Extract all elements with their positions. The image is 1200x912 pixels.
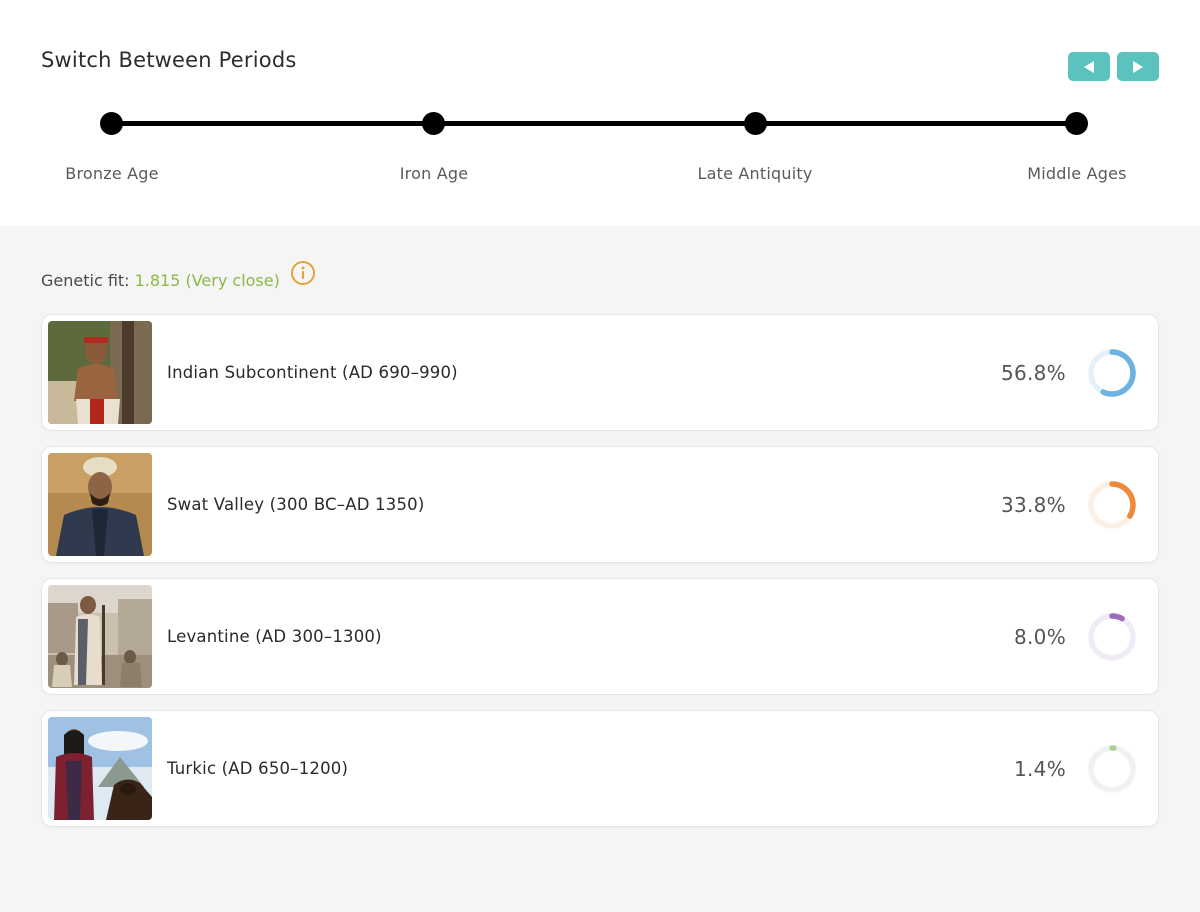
result-thumbnail — [48, 585, 152, 688]
result-card-indian-subcontinent[interactable]: Indian Subcontinent (AD 690–990) 56.8% — [41, 314, 1159, 431]
ring-track — [1088, 613, 1136, 661]
result-progress-ring — [1088, 613, 1136, 661]
result-progress-ring — [1088, 349, 1136, 397]
triangle-left-icon — [1084, 60, 1094, 73]
timeline-label-bronze-age[interactable]: Bronze Age — [12, 164, 212, 183]
timeline-dot-bronze-age[interactable] — [100, 112, 123, 135]
ring-track — [1088, 745, 1136, 793]
result-card-levantine[interactable]: Levantine (AD 300–1300) 8.0% — [41, 578, 1159, 695]
result-percent: 56.8% — [1000, 360, 1066, 385]
result-label: Turkic (AD 650–1200) — [167, 759, 349, 778]
timeline-track — [112, 121, 1077, 126]
genetic-fit: Genetic fit: 1.815 (Very close) — [41, 271, 280, 290]
triangle-right-icon — [1133, 60, 1143, 73]
previous-period-button[interactable] — [1068, 52, 1110, 81]
section-title: Switch Between Periods — [41, 48, 297, 72]
result-percent: 33.8% — [1000, 492, 1066, 517]
timeline-label-iron-age[interactable]: Iron Age — [334, 164, 534, 183]
timeline-label-late-antiquity[interactable]: Late Antiquity — [655, 164, 855, 183]
result-progress-ring — [1088, 745, 1136, 793]
result-label: Swat Valley (300 BC–AD 1350) — [167, 495, 425, 514]
result-thumbnail — [48, 453, 152, 556]
result-label: Levantine (AD 300–1300) — [167, 627, 382, 646]
info-circle-icon[interactable] — [290, 260, 316, 286]
result-label: Indian Subcontinent (AD 690–990) — [167, 363, 458, 382]
result-card-turkic[interactable]: Turkic (AD 650–1200) 1.4% — [41, 710, 1159, 827]
result-card-swat-valley[interactable]: Swat Valley (300 BC–AD 1350) 33.8% — [41, 446, 1159, 563]
genetic-fit-label: Genetic fit: — [41, 271, 130, 290]
genetic-fit-value: 1.815 (Very close) — [134, 271, 280, 290]
result-progress-ring — [1088, 481, 1136, 529]
result-percent: 1.4% — [1013, 756, 1066, 781]
timeline-dot-middle-ages[interactable] — [1065, 112, 1088, 135]
timeline-label-middle-ages[interactable]: Middle Ages — [977, 164, 1177, 183]
timeline-dot-late-antiquity[interactable] — [744, 112, 767, 135]
result-thumbnail — [48, 321, 152, 424]
timeline-dot-iron-age[interactable] — [422, 112, 445, 135]
period-switcher-panel: Switch Between Periods Bronze Age Iron A… — [0, 0, 1200, 226]
result-percent: 8.0% — [1013, 624, 1066, 649]
result-thumbnail — [48, 717, 152, 820]
next-period-button[interactable] — [1117, 52, 1159, 81]
